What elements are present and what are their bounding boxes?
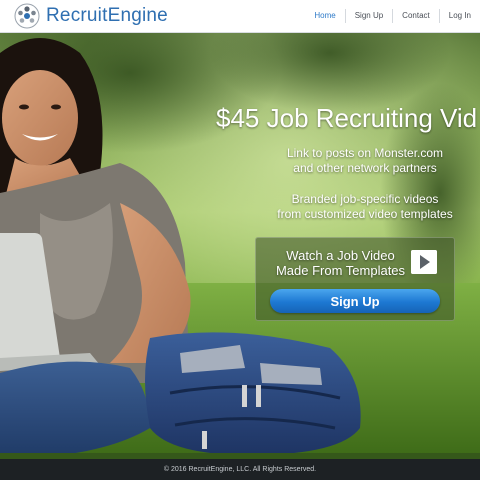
play-video-button[interactable] (411, 250, 437, 274)
people-cluster-icon (14, 3, 40, 29)
cta-panel: Watch a Job Video Made From Templates Si… (255, 237, 455, 321)
feature-line: Link to posts on Monster.com (286, 146, 444, 160)
brand-logo[interactable]: RecruitEngine (14, 2, 168, 30)
copyright-text: © 2016 RecruitEngine, LLC. All Rights Re… (163, 466, 317, 473)
nav-sign-up[interactable]: Sign Up (344, 9, 392, 23)
feature-line: from customized video templates (277, 207, 453, 221)
feature-line: Branded job-specific videos (291, 192, 439, 206)
watch-video-line2: Made From Templates (275, 263, 406, 278)
sign-up-button[interactable]: Sign Up (270, 289, 440, 313)
brand-name: RecruitEngine (46, 5, 168, 26)
main-nav: Home Sign Up Contact Log In (305, 0, 480, 32)
play-icon (411, 250, 437, 274)
hero-title: $45 Job Recruiting Vid (216, 103, 478, 133)
watch-video-line1: Watch a Job Video (286, 248, 395, 263)
site-footer: © 2016 RecruitEngine, LLC. All Rights Re… (0, 459, 480, 480)
nav-contact[interactable]: Contact (392, 9, 439, 23)
watch-video-link[interactable]: Watch a Job Video Made From Templates (268, 248, 413, 278)
feature-line: and other network partners (293, 161, 437, 175)
nav-log-in[interactable]: Log In (438, 9, 480, 23)
nav-home[interactable]: Home (305, 9, 344, 23)
hero-section: $45 Job Recruiting Vid Link to posts on … (0, 33, 480, 459)
site-header: RecruitEngine Home Sign Up Contact Log I… (0, 0, 480, 33)
